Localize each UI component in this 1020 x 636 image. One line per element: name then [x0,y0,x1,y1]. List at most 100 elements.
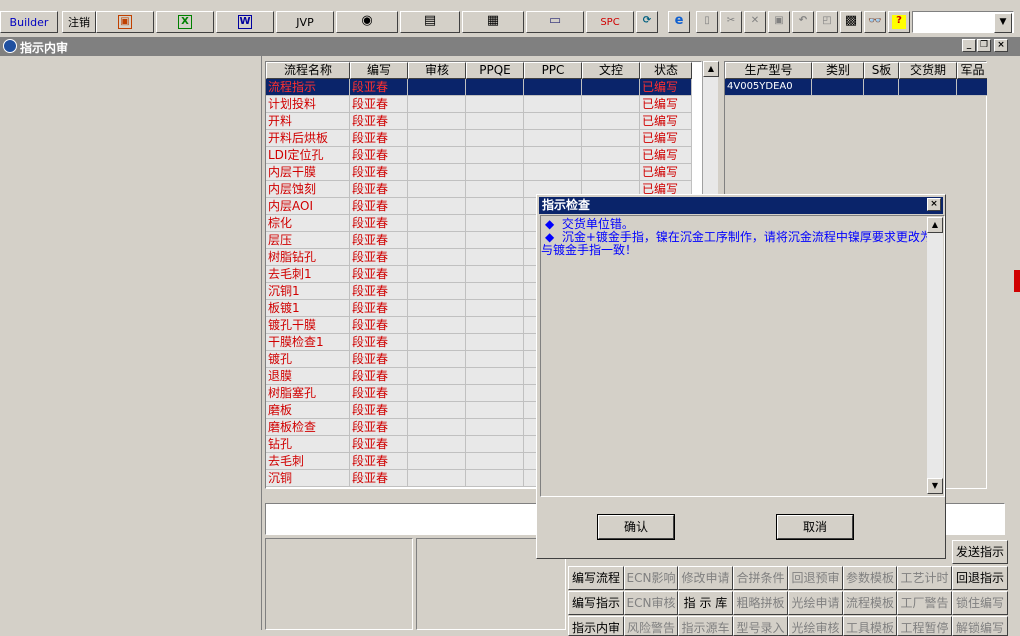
col-header-status[interactable]: 状态 [640,62,692,79]
ppc-cell[interactable] [524,96,582,113]
review-cell[interactable] [408,198,466,215]
writer-cell[interactable]: 段亚春 [350,419,408,436]
ppqe-cell[interactable] [466,402,524,419]
writer-cell[interactable]: 段亚春 [350,232,408,249]
delivery-cell[interactable] [899,79,957,96]
col-header-ppqe[interactable]: PPQE [466,62,524,79]
cut-button[interactable]: ✂ [720,11,742,33]
ppc-cell[interactable] [524,130,582,147]
flow-name-cell[interactable]: 去毛刺 [266,453,350,470]
writer-cell[interactable]: 段亚春 [350,181,408,198]
review-cell[interactable] [408,147,466,164]
bottom-button-row3-3[interactable]: 型号录入 [733,616,788,636]
writer-cell[interactable]: 段亚春 [350,283,408,300]
excel-button[interactable]: X [156,11,214,33]
flow-name-cell[interactable]: 板镀1 [266,300,350,317]
model-cell[interactable]: 4V005YDEA0 [725,79,812,96]
ppc-cell[interactable] [524,164,582,181]
col-header-model[interactable]: 生产型号 [725,62,812,79]
ppqe-cell[interactable] [466,436,524,453]
bottom-button-row2-3[interactable]: 粗略拼板 [733,591,788,615]
logout-button[interactable]: 注销 [62,11,96,33]
ppqe-cell[interactable] [466,385,524,402]
ppqe-cell[interactable] [466,283,524,300]
ppqe-cell[interactable] [466,470,524,487]
flow-name-cell[interactable]: 磨板 [266,402,350,419]
ppqe-cell[interactable] [466,334,524,351]
view-button[interactable]: ◉ [336,11,398,33]
table-row[interactable]: LDI定位孔 段亚春 已编写 [266,147,701,164]
review-cell[interactable] [408,385,466,402]
col-header-flow-name[interactable]: 流程名称 [266,62,350,79]
col-header-writer[interactable]: 编写 [350,62,408,79]
flow-name-cell[interactable]: 镀孔干膜 [266,317,350,334]
bottom-button-row2-0[interactable]: 编写指示 [568,591,624,615]
scroll-up-icon[interactable]: ▲ [927,217,943,233]
table-row[interactable]: 计划投料 段亚春 已编写 [266,96,701,113]
ppqe-cell[interactable] [466,368,524,385]
writer-cell[interactable]: 段亚春 [350,453,408,470]
help-button[interactable]: ? [888,11,910,33]
ppc-cell[interactable] [524,79,582,96]
table-row[interactable]: 流程指示 段亚春 已编写 [266,79,701,96]
status-cell[interactable]: 已编写 [640,147,692,164]
flow-name-cell[interactable]: 开料后烘板 [266,130,350,147]
doc-control-cell[interactable] [582,164,640,181]
flow-name-cell[interactable]: 去毛刺1 [266,266,350,283]
scroll-down-icon[interactable]: ▼ [927,478,943,494]
review-cell[interactable] [408,232,466,249]
review-cell[interactable] [408,419,466,436]
category-cell[interactable] [812,79,864,96]
bottom-button-row2-2[interactable]: 指 示 库 [678,591,733,615]
doc-control-cell[interactable] [582,79,640,96]
ppqe-cell[interactable] [466,266,524,283]
review-cell[interactable] [408,266,466,283]
writer-cell[interactable]: 段亚春 [350,164,408,181]
flow-name-cell[interactable]: 镀孔 [266,351,350,368]
flow-name-cell[interactable]: 内层干膜 [266,164,350,181]
bottom-button-row1-4[interactable]: 回退预审 [788,566,843,590]
bottom-button-row3-4[interactable]: 光绘审核 [788,616,843,636]
bottom-button-row3-5[interactable]: 工具模板 [843,616,897,636]
col-header-doc-control[interactable]: 文控 [582,62,640,79]
ie-button[interactable]: e [668,11,690,33]
writer-cell[interactable]: 段亚春 [350,334,408,351]
bottom-button-row1-3[interactable]: 合拼条件 [733,566,788,590]
writer-cell[interactable]: 段亚春 [350,317,408,334]
ppqe-cell[interactable] [466,215,524,232]
bottom-button-row2-7[interactable]: 锁住编写 [952,591,1008,615]
review-cell[interactable] [408,113,466,130]
flow-name-cell[interactable]: 层压 [266,232,350,249]
review-cell[interactable] [408,249,466,266]
review-cell[interactable] [408,181,466,198]
col-header-s-board[interactable]: S板 [864,62,899,79]
review-cell[interactable] [408,130,466,147]
cancel-button[interactable]: 取消 [776,514,854,540]
doc-control-cell[interactable] [582,96,640,113]
bottom-button-row2-4[interactable]: 光绘申请 [788,591,843,615]
flow-name-cell[interactable]: 沉铜 [266,470,350,487]
jvp-button[interactable]: JVP [276,11,334,33]
review-cell[interactable] [408,96,466,113]
ppt-button[interactable]: ▣ [96,11,154,33]
review-cell[interactable] [408,317,466,334]
ppqe-cell[interactable] [466,249,524,266]
word-button[interactable]: W [216,11,274,33]
builder-button[interactable]: Builder [0,11,58,33]
ppqe-cell[interactable] [466,453,524,470]
bottom-button-row1-2[interactable]: 修改申请 [678,566,733,590]
print-button[interactable]: ▩ [840,11,862,33]
bottom-button-row1-7[interactable]: 回退指示 [952,566,1008,590]
table-row[interactable]: 开料 段亚春 已编写 [266,113,701,130]
writer-cell[interactable]: 段亚春 [350,130,408,147]
review-cell[interactable] [408,368,466,385]
writer-cell[interactable]: 段亚春 [350,351,408,368]
writer-cell[interactable]: 段亚春 [350,215,408,232]
writer-cell[interactable]: 段亚春 [350,96,408,113]
review-cell[interactable] [408,436,466,453]
close-icon[interactable]: × [994,39,1008,52]
writer-cell[interactable]: 段亚春 [350,249,408,266]
writer-cell[interactable]: 段亚春 [350,147,408,164]
ppqe-cell[interactable] [466,419,524,436]
find-button[interactable]: 👓 [864,11,886,33]
